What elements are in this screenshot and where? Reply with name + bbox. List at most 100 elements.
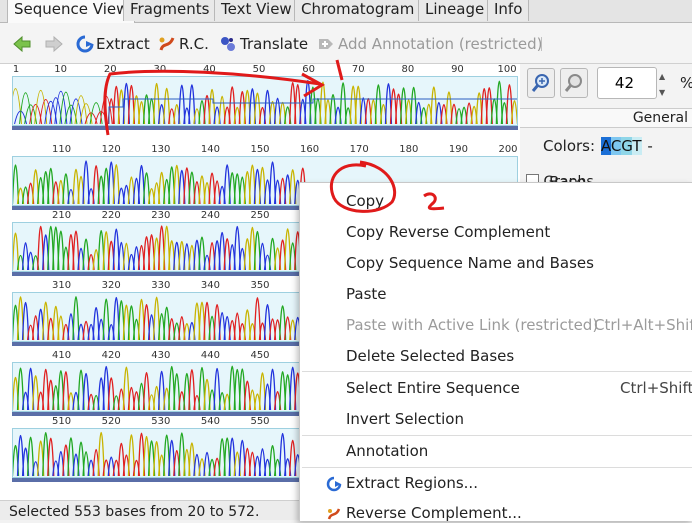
ruler-tick-label: 110 bbox=[52, 144, 72, 155]
menu-item-copy[interactable]: Copy bbox=[346, 192, 384, 210]
color-letter-a: A bbox=[600, 137, 611, 155]
zoom-unit: % bbox=[680, 74, 692, 92]
translate-button[interactable]: Translate bbox=[240, 33, 308, 55]
ruler-tick-label: 530 bbox=[151, 416, 171, 427]
colors-suffix: - bbox=[647, 137, 653, 155]
menu-item-copy-reverse-complement[interactable]: Copy Reverse Complement bbox=[346, 223, 550, 241]
ruler-tick-label: 180 bbox=[399, 144, 419, 155]
menu-item-paste-with-active-link[interactable]: Paste with Active Link (restricted) bbox=[346, 316, 598, 334]
chromatogram-row[interactable]: 1 10 20 30 40 50 60 70 80 90 100 bbox=[12, 64, 518, 132]
tab-info[interactable]: Info bbox=[487, 0, 530, 21]
colors-row: Colors: ACGT - Base bbox=[520, 128, 692, 191]
ruler-tick-label: 440 bbox=[200, 350, 220, 361]
trace-peak bbox=[510, 100, 517, 125]
zoom-down-arrow-icon[interactable]: ▼ bbox=[659, 88, 669, 97]
zoom-in-button[interactable] bbox=[527, 68, 555, 98]
ruler-tick-label: 150 bbox=[250, 144, 270, 155]
ruler-tick-label: 80 bbox=[401, 64, 415, 75]
toolbar: Extract R.C. Translate Add Annotation (r… bbox=[0, 23, 692, 64]
ruler-tick-label: 1 bbox=[12, 64, 20, 75]
ruler-tick-label: 120 bbox=[101, 144, 121, 155]
context-menu: Copy Copy Reverse Complement Copy Sequen… bbox=[299, 182, 692, 522]
zoom-fit-icon bbox=[564, 74, 582, 92]
ruler-tick-label: 350 bbox=[250, 280, 270, 291]
ruler-tick-label: 450 bbox=[250, 350, 270, 361]
menu-item-copy-sequence-name-and-bases[interactable]: Copy Sequence Name and Bases bbox=[346, 254, 594, 272]
zoom-to-fit-button[interactable] bbox=[560, 68, 588, 98]
ruler-tick-label: 520 bbox=[101, 416, 121, 427]
ruler-tick-label: 160 bbox=[300, 144, 320, 155]
menu-separator bbox=[302, 467, 692, 468]
menu-item-extract-regions[interactable]: Extract Regions... bbox=[346, 474, 478, 492]
menu-item-annotation[interactable]: Annotation bbox=[346, 442, 428, 460]
tab-bar: Sequence View Fragments Text View Chroma… bbox=[0, 0, 692, 23]
menu-item-paste[interactable]: Paste bbox=[346, 285, 387, 303]
menu-separator bbox=[302, 371, 692, 372]
paste-active-link-shortcut: Ctrl+Alt+Shift+ bbox=[594, 316, 692, 334]
ruler-tick-label: 190 bbox=[448, 144, 468, 155]
ruler-tick-label: 30 bbox=[153, 64, 167, 75]
ruler-tick-label: 40 bbox=[203, 64, 216, 75]
reverse-complement-icon bbox=[159, 37, 175, 51]
zoom-up-arrow-icon[interactable]: ▲ bbox=[659, 72, 669, 81]
forward-arrow-icon[interactable] bbox=[44, 34, 64, 54]
ruler-tick-label: 100 bbox=[497, 64, 517, 75]
ruler-tick-label: 70 bbox=[351, 64, 365, 75]
zoom-in-icon bbox=[531, 74, 549, 92]
menu-item-select-entire-sequence[interactable]: Select Entire Sequence bbox=[346, 379, 520, 397]
menu-item-reverse-complement[interactable]: Reverse Complement... bbox=[346, 504, 522, 522]
extract-icon bbox=[76, 35, 94, 53]
ruler-tick-label: 550 bbox=[250, 416, 270, 427]
rc-button[interactable]: R.C. bbox=[179, 33, 209, 55]
ruler-tick-label: 130 bbox=[151, 144, 171, 155]
ruler-tick-label: 320 bbox=[101, 280, 121, 291]
ruler-tick-label: 90 bbox=[451, 64, 464, 75]
color-letter-t: T bbox=[632, 137, 642, 155]
ruler-tick-label: 50 bbox=[252, 64, 266, 75]
toolbar-separator bbox=[541, 37, 542, 51]
chromatogram-trace[interactable] bbox=[12, 76, 518, 126]
zoom-level-input[interactable]: 42 bbox=[597, 67, 657, 99]
ruler-tick-label: 330 bbox=[151, 280, 171, 291]
translate-icon bbox=[221, 37, 235, 51]
extract-regions-icon bbox=[326, 476, 342, 492]
color-letter-g: G bbox=[621, 137, 633, 155]
back-arrow-icon[interactable] bbox=[12, 34, 32, 54]
ruler-tick-label: 10 bbox=[54, 64, 67, 75]
menu-item-invert-selection[interactable]: Invert Selection bbox=[346, 410, 464, 428]
tab-lineage[interactable]: Lineage bbox=[418, 0, 492, 21]
extract-button[interactable]: Extract bbox=[96, 33, 150, 55]
ruler-tick-label: 540 bbox=[200, 416, 220, 427]
ruler-tick-label: 140 bbox=[200, 144, 220, 155]
ruler-tick-label: 170 bbox=[349, 144, 369, 155]
menu-item-delete-selected-bases[interactable]: Delete Selected Bases bbox=[346, 347, 514, 365]
ruler-tick-label: 240 bbox=[200, 210, 220, 221]
select-entire-shortcut: Ctrl+Shift+ bbox=[620, 379, 692, 397]
sequence-base-bar bbox=[12, 126, 518, 130]
tab-text-view[interactable]: Text View bbox=[214, 0, 299, 21]
ruler-tick-label: 200 bbox=[498, 144, 518, 155]
ruler-tick-label: 310 bbox=[52, 280, 72, 291]
general-section-header[interactable]: General bbox=[520, 108, 692, 128]
ruler-tick-label: 230 bbox=[151, 210, 171, 221]
ruler-tick-label: 210 bbox=[52, 210, 72, 221]
ruler-tick-label: 340 bbox=[200, 280, 220, 291]
color-scheme-swatch[interactable]: ACGT bbox=[600, 128, 643, 164]
selection-status-text: Selected 553 bases from 20 to 572. bbox=[9, 504, 260, 520]
colors-label: Colors: bbox=[543, 137, 596, 155]
ruler-tick-label: 410 bbox=[52, 350, 72, 361]
add-annotation-icon bbox=[319, 39, 333, 49]
menu-separator bbox=[302, 435, 692, 436]
add-annotation-button[interactable]: Add Annotation (restricted) bbox=[338, 33, 543, 55]
ruler-tick-label: 250 bbox=[250, 210, 270, 221]
tab-chromatogram[interactable]: Chromatogram bbox=[294, 0, 422, 21]
tab-fragments[interactable]: Fragments bbox=[123, 0, 217, 21]
ruler-tick-label: 420 bbox=[101, 350, 121, 361]
ruler-tick-label: 510 bbox=[52, 416, 72, 427]
tab-sequence-view[interactable]: Sequence View bbox=[7, 0, 136, 23]
ruler-tick-label: 220 bbox=[101, 210, 121, 221]
color-letter-c: C bbox=[610, 137, 622, 155]
ruler-tick-label: 20 bbox=[103, 64, 117, 75]
ruler-tick-label: 430 bbox=[151, 350, 171, 361]
ruler-tick-label: 60 bbox=[302, 64, 315, 75]
